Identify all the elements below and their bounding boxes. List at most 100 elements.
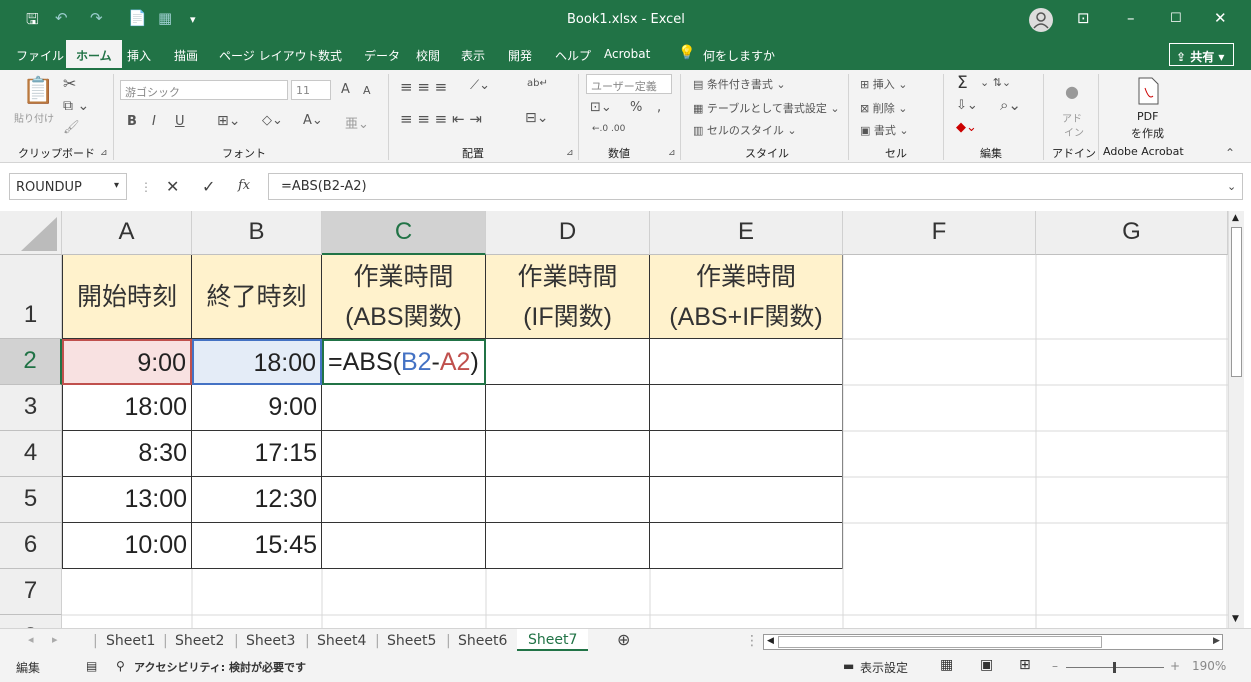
sheet-tab-2[interactable]: Sheet2: [175, 633, 224, 649]
tab-splitter[interactable]: ⋮: [745, 633, 759, 649]
paste-button[interactable]: 貼り付け: [14, 110, 54, 125]
zoom-out-icon[interactable]: –: [1052, 659, 1058, 673]
column-header-a[interactable]: A: [62, 211, 192, 255]
dialog-launcher-icon[interactable]: ⊿: [566, 148, 574, 158]
grow-font-icon[interactable]: A: [341, 82, 350, 97]
clear-icon[interactable]: ◆⌄: [956, 120, 977, 135]
sheet-tab-1[interactable]: Sheet1: [106, 633, 155, 649]
find-icon[interactable]: ⌕⌄: [1000, 96, 1021, 114]
tab-view[interactable]: 表示: [461, 47, 485, 64]
italic-button[interactable]: I: [152, 114, 156, 129]
column-header-g[interactable]: G: [1036, 211, 1228, 255]
share-button[interactable]: ⇪ 共有 ▾: [1169, 43, 1234, 66]
customize-qat-icon[interactable]: ▾: [190, 13, 196, 26]
dialog-launcher-icon[interactable]: ⊿: [668, 148, 676, 158]
column-header-e[interactable]: E: [650, 211, 843, 255]
align-left-icon[interactable]: ≡ ≡ ≡ ⇤ ⇥: [400, 110, 482, 128]
borders-icon[interactable]: ⊞⌄: [217, 113, 240, 129]
macro-record-icon[interactable]: ▤: [86, 659, 97, 673]
font-size-select[interactable]: 11: [291, 80, 331, 100]
tab-home[interactable]: ホーム: [66, 40, 122, 70]
tab-file[interactable]: ファイル: [16, 47, 64, 64]
comma-button[interactable]: ,: [657, 100, 661, 115]
font-name-select[interactable]: 游ゴシック: [120, 80, 288, 100]
form-icon[interactable]: ▦: [158, 9, 172, 27]
minimize-button[interactable]: –: [1127, 9, 1135, 27]
tab-data[interactable]: データ: [364, 47, 400, 64]
tab-insert[interactable]: 挿入: [127, 47, 151, 64]
page-break-view-icon[interactable]: ⊞: [1019, 657, 1031, 673]
column-header-c[interactable]: C: [322, 211, 486, 255]
zoom-level[interactable]: 190%: [1192, 659, 1226, 673]
expand-formula-icon[interactable]: ⌄: [1227, 180, 1236, 193]
autosum-icon[interactable]: Σ: [957, 73, 968, 93]
tab-review[interactable]: 校閲: [416, 47, 440, 64]
zoom-slider-thumb[interactable]: [1113, 662, 1116, 673]
merge-cells-icon[interactable]: ⊟⌄: [525, 110, 548, 126]
formula-input[interactable]: =ABS(B2-A2): [268, 173, 1243, 200]
restore-button[interactable]: ☐: [1170, 11, 1182, 26]
column-header-d[interactable]: D: [486, 211, 650, 255]
row-header-7[interactable]: 7: [0, 569, 62, 615]
conditional-format-button[interactable]: ▤ 条件付き書式 ⌄: [693, 76, 786, 92]
delete-cells-button[interactable]: ⊠ 削除 ⌄: [860, 100, 907, 116]
next-sheet-icon[interactable]: ▸: [52, 633, 58, 646]
add-sheet-icon[interactable]: ⊕: [617, 630, 630, 649]
cut-icon[interactable]: ✂: [63, 74, 76, 93]
sheet-tab-4[interactable]: Sheet4: [317, 633, 366, 649]
create-pdf-icon[interactable]: [1135, 76, 1161, 109]
tab-acrobat[interactable]: Acrobat: [604, 47, 650, 61]
sheet-tab-7-active[interactable]: Sheet7: [517, 629, 589, 651]
vertical-scrollbar[interactable]: ▲ ▼: [1228, 211, 1244, 628]
format-cells-button[interactable]: ▣ 書式 ⌄: [860, 122, 909, 138]
cell-styles-button[interactable]: ▥ セルのスタイル ⌄: [693, 122, 797, 138]
tell-me-search[interactable]: 何をしますか: [703, 47, 775, 64]
tab-formulas[interactable]: 数式: [318, 47, 342, 64]
tab-draw[interactable]: 描画: [174, 47, 198, 64]
row-header-3[interactable]: 3: [0, 385, 62, 431]
fill-icon[interactable]: ⇩⌄: [956, 98, 978, 113]
paste-icon[interactable]: 📋: [22, 76, 54, 106]
orientation-icon[interactable]: ⟋⌄: [470, 78, 490, 93]
collapse-ribbon-icon[interactable]: ⌃: [1225, 146, 1235, 160]
save-icon[interactable]: 🖫: [26, 9, 39, 34]
name-box[interactable]: ROUNDUP ▾: [9, 173, 127, 200]
row-header-2[interactable]: 2: [0, 339, 62, 385]
page-layout-view-icon[interactable]: ▣: [980, 657, 993, 673]
new-file-icon[interactable]: 📄: [128, 9, 147, 27]
select-all-button[interactable]: [0, 211, 62, 255]
sheet-tab-5[interactable]: Sheet5: [387, 633, 436, 649]
insert-function-button[interactable]: fx: [238, 178, 250, 193]
sort-filter-icon[interactable]: ⌄ ⇅⌄: [980, 76, 1011, 89]
cancel-button[interactable]: ✕: [166, 177, 179, 196]
insert-cells-button[interactable]: ⊞ 挿入 ⌄: [860, 76, 907, 92]
normal-view-icon[interactable]: ▦: [940, 657, 953, 673]
display-settings-button[interactable]: 表示設定: [860, 659, 908, 676]
worksheet-grid[interactable]: A B C D E F G 1 2 3 4 5 6 7 8 開始時刻 終了時刻 …: [0, 211, 1228, 628]
enter-button[interactable]: ✓: [202, 177, 215, 196]
row-header-4[interactable]: 4: [0, 431, 62, 477]
phonetic-icon[interactable]: 亜⌄: [345, 113, 369, 132]
accessibility-status[interactable]: アクセシビリティ: 検討が必要です: [134, 659, 306, 675]
tab-developer[interactable]: 開発: [508, 47, 532, 64]
display-settings-icon[interactable]: ▬: [843, 659, 854, 673]
sheet-tab-3[interactable]: Sheet3: [246, 633, 295, 649]
undo-icon[interactable]: ↶: [55, 9, 68, 27]
number-format-select[interactable]: ユーザー定義: [586, 74, 672, 94]
bold-button[interactable]: B: [127, 114, 137, 129]
copy-icon[interactable]: ⧉ ⌄: [63, 98, 89, 114]
scroll-thumb[interactable]: [1231, 227, 1242, 377]
scroll-left-icon[interactable]: ◀: [767, 636, 774, 646]
column-header-b[interactable]: B: [192, 211, 322, 255]
decimal-icons[interactable]: ←.0 .00: [592, 124, 625, 134]
prev-sheet-icon[interactable]: ◂: [28, 633, 34, 646]
avatar[interactable]: [1029, 8, 1053, 32]
format-painter-icon[interactable]: 🖌: [63, 120, 80, 135]
fill-color-icon[interactable]: ◇⌄: [262, 113, 283, 128]
row-header-8[interactable]: 8: [0, 615, 62, 628]
tab-page-layout[interactable]: ページ レイアウト: [219, 47, 319, 64]
redo-icon[interactable]: ↷: [90, 9, 103, 27]
ribbon-display-icon[interactable]: ⊡: [1077, 9, 1090, 27]
close-button[interactable]: ✕: [1214, 9, 1227, 27]
column-header-f[interactable]: F: [843, 211, 1036, 255]
